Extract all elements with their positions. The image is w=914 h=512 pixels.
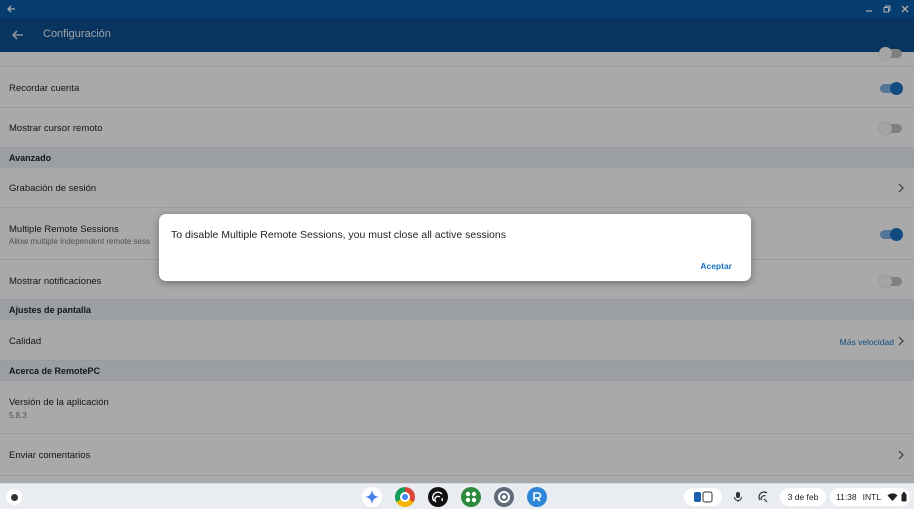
remote-access-button[interactable]	[754, 488, 774, 506]
alert-dialog: To disable Multiple Remote Sessions, you…	[159, 214, 751, 281]
system-shelf: 3 de feb 11:38 INTL	[0, 483, 914, 509]
microphone-button[interactable]	[728, 488, 748, 506]
settings-icon[interactable]	[494, 487, 514, 507]
accept-button[interactable]: Aceptar	[700, 261, 732, 271]
clock: 11:38	[836, 492, 857, 502]
launcher-icon	[10, 493, 18, 501]
microphone-icon	[734, 492, 742, 502]
remote-access-icon	[758, 491, 768, 503]
dialog-message: To disable Multiple Remote Sessions, you…	[171, 229, 506, 241]
battery-icon	[901, 492, 907, 502]
remotepc-icon[interactable]	[527, 487, 547, 507]
podcast-icon[interactable]	[428, 487, 448, 507]
tote-pill[interactable]	[684, 488, 722, 506]
chrome-icon[interactable]	[395, 487, 415, 507]
date-pill[interactable]: 3 de feb	[780, 488, 826, 506]
screen-capture-icon	[694, 491, 713, 503]
launcher-button[interactable]	[6, 489, 22, 505]
app-window: Configuración Recordar cuenta Mostrar cu…	[0, 0, 914, 483]
gemini-icon[interactable]	[362, 487, 382, 507]
play-apps-icon[interactable]	[461, 487, 481, 507]
input-method-label: INTL	[862, 492, 882, 502]
date-label: 3 de feb	[787, 492, 819, 502]
wifi-icon	[887, 493, 898, 501]
status-area[interactable]: 11:38 INTL	[830, 488, 910, 506]
